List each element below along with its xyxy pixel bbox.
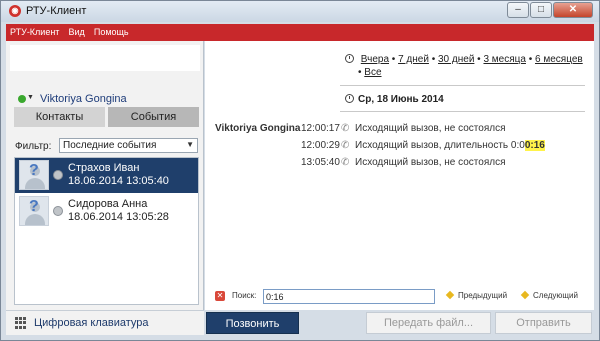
find-next-button[interactable]: Следующий (520, 290, 578, 300)
current-user-name: Viktoriya Gongina (40, 93, 127, 105)
avatar: ? (19, 160, 49, 190)
filter-select[interactable]: Последние события ▼ (59, 138, 198, 153)
date-header: Ср, 18 Июнь 2014 (345, 94, 444, 105)
outgoing-call-icon: ✆ (341, 123, 350, 134)
date-header-text: Ср, 18 Июнь 2014 (358, 94, 444, 105)
chevron-down-icon: ▼ (186, 140, 194, 149)
tabs: Контакты События (14, 107, 199, 127)
search-match-highlight: 0:16 (524, 140, 545, 151)
dialpad-label: Цифровая клавиатура (34, 317, 149, 329)
filter-value: Последние события (63, 140, 157, 151)
send-file-button[interactable]: Передать файл... (366, 312, 491, 334)
maximize-icon[interactable]: □ (530, 2, 552, 18)
list-item[interactable]: ? Сидорова Анна 18.06.2014 13:05:28 (15, 194, 198, 229)
period-link[interactable]: Вчера (361, 54, 389, 65)
outgoing-call-icon: ✆ (341, 140, 350, 151)
period-link[interactable]: 6 месяцев (535, 54, 583, 65)
avatar: ? (19, 196, 49, 226)
title-bar[interactable]: ◉ РТУ-Клиент – □ ✕ (1, 1, 599, 22)
clock-icon (345, 54, 354, 63)
tab-events[interactable]: События (108, 107, 199, 127)
find-next-label: Следующий (533, 291, 578, 300)
caller-name: Viktoriya Gongina (215, 123, 301, 134)
call-button[interactable]: Позвонить (206, 312, 299, 334)
send-button[interactable]: Отправить (495, 312, 592, 334)
presence-icon (53, 170, 63, 180)
contact-name: Страхов Иван (68, 162, 140, 174)
previous-arrow-icon (445, 290, 455, 300)
dialpad-icon (15, 317, 27, 329)
divider (340, 85, 585, 86)
call-entry: 12:00:29✆ Исходящий вызов, длительность 0… (301, 140, 545, 151)
call-time: 13:05:40 (301, 157, 340, 168)
contact-list: ? Страхов Иван 18.06.2014 13:05:40 ? Сид… (14, 157, 199, 305)
period-link[interactable]: 30 дней (438, 54, 474, 65)
window-title: РТУ-Клиент (26, 5, 87, 17)
period-link[interactable]: Все (364, 67, 381, 78)
call-text: Исходящий вызов, длительность 0:0 (355, 140, 525, 151)
outgoing-call-icon: ✆ (341, 157, 350, 168)
search-label: Поиск: (232, 291, 257, 300)
call-time: 12:00:17 (301, 123, 340, 134)
tab-contacts[interactable]: Контакты (14, 107, 105, 127)
menu-item-help[interactable]: Помощь (90, 24, 131, 41)
find-previous-label: Предыдущий (458, 291, 508, 300)
call-text: Исходящий вызов, не состоялся (355, 157, 506, 168)
profile-area (10, 45, 200, 71)
dialpad-toggle[interactable]: Цифровая клавиатура (6, 310, 204, 335)
period-filter: Вчера • 7 дней • 30 дней • 3 месяца • 6 … (345, 53, 585, 79)
contact-name: Сидорова Анна (68, 198, 148, 210)
window-controls: – □ ✕ (506, 2, 593, 18)
menu-item-app[interactable]: РТУ-Клиент (6, 24, 61, 41)
history-panel: Вчера • 7 дней • 30 дней • 3 месяца • 6 … (205, 41, 594, 310)
search-bar: ✕ Поиск: Предыдущий Следующий (215, 289, 590, 305)
call-time: 12:00:29 (301, 140, 340, 151)
app-logo-icon: ◉ (9, 5, 21, 17)
period-link[interactable]: 7 дней (398, 54, 429, 65)
menu-bar: РТУ-Клиент Вид Помощь (6, 24, 594, 41)
status-online-icon[interactable] (18, 95, 26, 103)
call-entry: 12:00:17✆ Исходящий вызов, не состоялся (301, 123, 505, 134)
clock-icon (345, 94, 354, 103)
find-previous-button[interactable]: Предыдущий (445, 290, 508, 300)
close-search-icon[interactable]: ✕ (215, 291, 225, 301)
filter-label: Фильтр: (15, 141, 52, 152)
list-item[interactable]: ? Страхов Иван 18.06.2014 13:05:40 (15, 158, 198, 193)
next-arrow-icon (520, 290, 530, 300)
period-link[interactable]: 3 месяца (483, 54, 525, 65)
close-icon[interactable]: ✕ (553, 2, 593, 18)
contact-date: 18.06.2014 13:05:40 (68, 175, 169, 187)
search-input[interactable] (263, 289, 435, 304)
presence-icon (53, 206, 63, 216)
menu-item-view[interactable]: Вид (65, 24, 87, 41)
minimize-icon[interactable]: – (507, 2, 529, 18)
call-text: Исходящий вызов, не состоялся (355, 123, 506, 134)
divider (340, 111, 585, 112)
left-panel: ▼ Viktoriya Gongina Контакты События Фил… (6, 41, 204, 310)
status-dropdown-icon[interactable]: ▼ (27, 94, 34, 101)
app-window: ◉ РТУ-Клиент – □ ✕ РТУ-Клиент Вид Помощь… (0, 0, 600, 341)
contact-date: 18.06.2014 13:05:28 (68, 211, 169, 223)
call-entry: 13:05:40✆ Исходящий вызов, не состоялся (301, 157, 505, 168)
